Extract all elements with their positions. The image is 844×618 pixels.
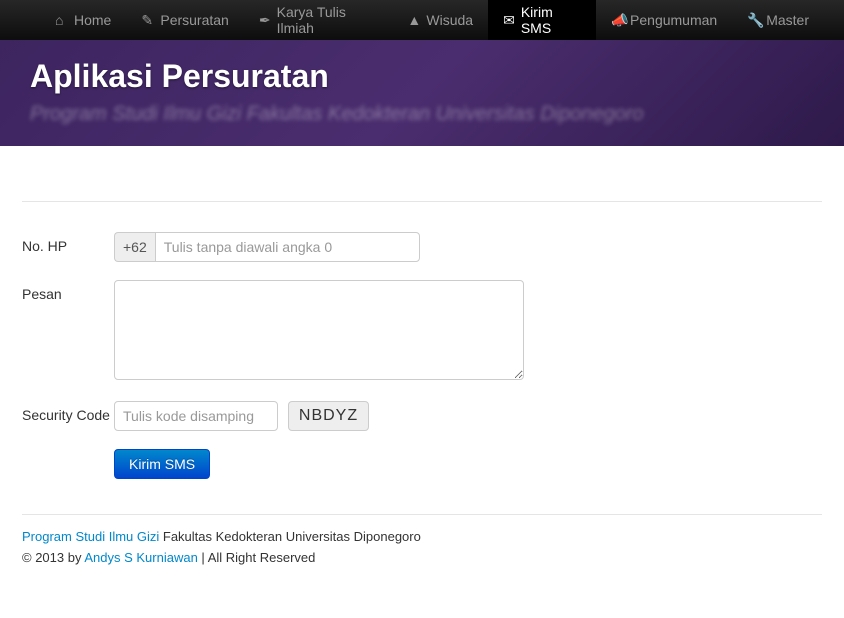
security-label: Security Code <box>22 401 114 423</box>
nav-label: Pengumuman <box>630 12 717 28</box>
security-input[interactable] <box>114 401 278 431</box>
security-code-display: NBDYZ <box>288 401 369 431</box>
page-title: Aplikasi Persuratan <box>30 58 814 95</box>
pesan-textarea[interactable] <box>114 280 524 380</box>
nav-label: Wisuda <box>426 12 473 28</box>
road-icon: ▲ <box>407 12 421 28</box>
footer-link-author[interactable]: Andys S Kurniawan <box>84 550 197 565</box>
banner: Aplikasi Persuratan Program Studi Ilmu G… <box>0 40 844 146</box>
nav-label: Master <box>766 12 809 28</box>
hp-input[interactable] <box>155 232 420 262</box>
hp-prefix: +62 <box>114 232 155 262</box>
divider <box>22 201 822 202</box>
hp-label: No. HP <box>22 232 114 254</box>
footer-text: Fakultas Kedokteran Universitas Diponego… <box>159 529 421 544</box>
edit-icon: ✎ <box>141 12 155 29</box>
submit-button[interactable]: Kirim SMS <box>114 449 210 479</box>
nav-label: Persuratan <box>160 12 228 28</box>
top-navbar: ⌂ Home ✎ Persuratan ✒ Karya Tulis Ilmiah ▲ W… <box>0 0 844 40</box>
leaf-icon: ✒ <box>259 12 272 29</box>
envelope-icon: ✉ <box>503 12 516 29</box>
nav-label: Karya Tulis Ilmiah <box>277 4 378 36</box>
footer-link-prodi[interactable]: Program Studi Ilmu Gizi <box>22 529 159 544</box>
home-icon: ⌂ <box>55 12 69 28</box>
page-subtitle: Program Studi Ilmu Gizi Fakultas Kedokte… <box>30 103 814 126</box>
pesan-label: Pesan <box>22 280 114 302</box>
nav-label: Kirim SMS <box>521 4 581 36</box>
footer-rights: | All Right Reserved <box>198 550 316 565</box>
footer-copyright: © 2013 by <box>22 550 84 565</box>
bullhorn-icon: 📣 <box>611 12 625 29</box>
nav-label: Home <box>74 12 111 28</box>
footer-divider <box>22 514 822 515</box>
wrench-icon: 🔧 <box>747 12 761 29</box>
footer: Program Studi Ilmu Gizi Fakultas Kedokte… <box>22 527 822 569</box>
